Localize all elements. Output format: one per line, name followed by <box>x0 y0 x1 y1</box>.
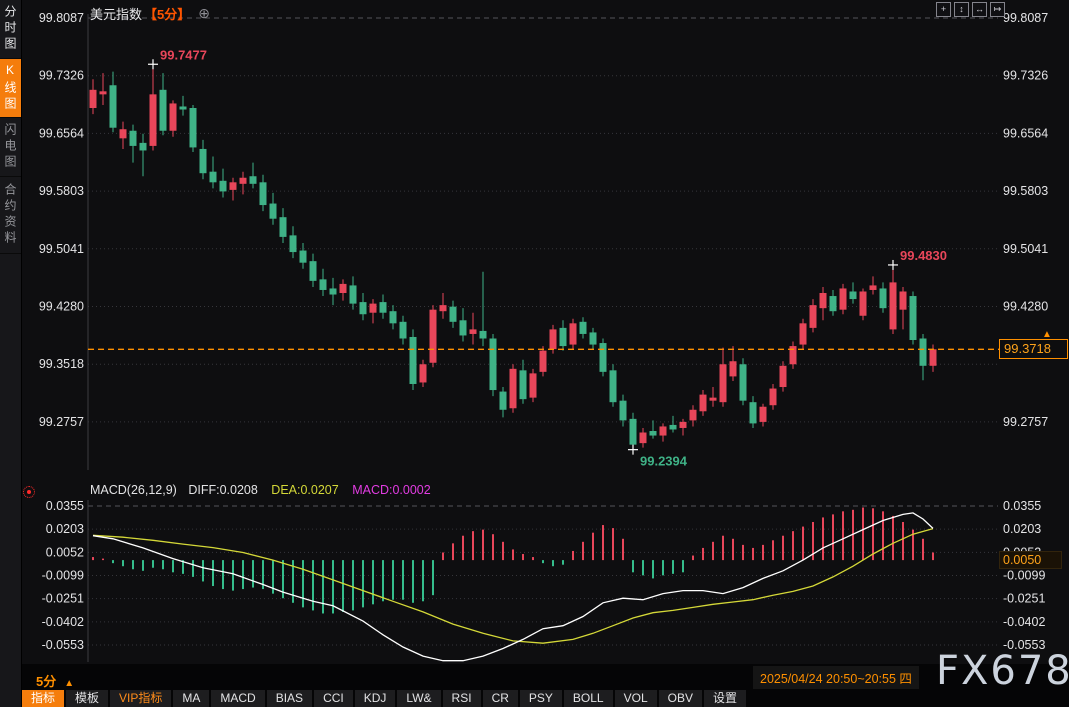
macd-diff-value: DIFF:0.0208 <box>188 483 257 497</box>
sidebar-item-4[interactable]: 合约资料 <box>0 177 21 254</box>
macd-dea-value: DEA:0.0207 <box>271 483 338 497</box>
tab-指标[interactable]: 指标 <box>22 690 64 707</box>
trading-app-window: 分时图K线图闪电图合约资料 99.8087 99.8087 99.7326 99.73… <box>0 0 1069 707</box>
macd-params-label: MACD(26,12,9) <box>90 483 177 497</box>
sidebar-item-2[interactable]: K线图 <box>0 59 21 118</box>
chevron-up-icon: ▲ <box>64 678 74 689</box>
macd-axis-label-left: -0.0099 <box>42 569 84 583</box>
fx678-watermark: FX678 <box>936 648 1069 694</box>
macd-axis-label-left: 0.0355 <box>46 499 84 513</box>
price-axis-label-left: 99.7326 <box>39 69 84 83</box>
fit-vertical-icon[interactable]: ↕ <box>954 2 969 17</box>
price-up-arrow-icon: ▲ <box>1042 329 1052 340</box>
macd-axis-label-right: 0.0203 <box>1003 522 1041 536</box>
chart-canvas[interactable]: 99.8087 99.8087 99.7326 99.7326 99.6564 99.65… <box>0 0 1069 707</box>
tab-CCI[interactable]: CCI <box>314 690 353 707</box>
bottom-toolbar: 指标模板VIP指标MAMACDBIASCCIKDJLW&RSICRPSYBOLL… <box>22 690 746 707</box>
extreme-price-label: 99.4830 <box>900 248 947 263</box>
fit-horizontal-icon[interactable]: ↔ <box>972 2 987 17</box>
tab-KDJ[interactable]: KDJ <box>355 690 396 707</box>
price-axis-label-right: 99.4280 <box>1003 300 1048 314</box>
extreme-price-label: 99.2394 <box>640 454 688 469</box>
pan-right-icon[interactable]: ↦ <box>990 2 1005 17</box>
price-axis-label-right: 99.7326 <box>1003 69 1048 83</box>
tab-VOL[interactable]: VOL <box>615 690 657 707</box>
macd-axis-label-left: 0.0052 <box>46 545 84 559</box>
macd-axis-label-right: -0.0251 <box>1003 592 1045 606</box>
tab-LW&[interactable]: LW& <box>397 690 440 707</box>
macd-axis-badge: 0.0050 <box>999 551 1062 569</box>
period-selector-label: 5分 <box>36 674 56 689</box>
macd-axis-label-right: -0.0402 <box>1003 615 1045 629</box>
price-axis-label-left: 99.8087 <box>39 11 84 25</box>
macd-header: MACD(26,12,9) DIFF:0.0208 DEA:0.0207 MAC… <box>90 483 431 497</box>
add-indicator-icon[interactable]: ⊕ <box>198 5 210 22</box>
chart-control-icons: +↕↔↦ <box>936 2 1005 17</box>
crosshair-icon[interactable]: + <box>936 2 951 17</box>
price-axis-label-left: 99.2757 <box>39 415 84 429</box>
macd-macd-value: MACD:0.0002 <box>352 483 431 497</box>
tab-RSI[interactable]: RSI <box>443 690 481 707</box>
tab-MA[interactable]: MA <box>173 690 209 707</box>
price-axis-label-left: 99.3518 <box>39 357 84 371</box>
macd-settings-icon[interactable] <box>23 486 35 498</box>
sidebar-item-1[interactable]: 分时图 <box>0 0 21 59</box>
price-axis-label-right: 99.5803 <box>1003 184 1048 198</box>
macd-axis-label-left: -0.0251 <box>42 592 84 606</box>
tab-模板[interactable]: 模板 <box>66 690 108 707</box>
left-sidebar: 分时图K线图闪电图合约资料 <box>0 0 22 707</box>
price-axis-label-right: 99.2757 <box>1003 415 1048 429</box>
tab-VIP指标[interactable]: VIP指标 <box>110 690 171 707</box>
period-tag: 【5分】 <box>144 4 190 23</box>
macd-axis-label-left: -0.0402 <box>42 615 84 629</box>
symbol-title: 美元指数 <box>90 4 142 23</box>
current-price-badge: 99.3718 <box>999 339 1068 359</box>
tab-CR[interactable]: CR <box>483 690 518 707</box>
tab-OBV[interactable]: OBV <box>659 690 702 707</box>
candle-time-range: 2025/04/24 20:50~20:55 四 <box>753 666 919 689</box>
tab-MACD[interactable]: MACD <box>211 690 264 707</box>
price-axis-label-right: 99.6564 <box>1003 126 1048 140</box>
macd-axis-label-right: 0.0355 <box>1003 499 1041 513</box>
tab-BIAS[interactable]: BIAS <box>267 690 312 707</box>
chart-header: 美元指数【5分】 ⊕ <box>90 4 210 23</box>
macd-axis-label-left: 0.0203 <box>46 522 84 536</box>
price-axis-label-left: 99.5803 <box>39 184 84 198</box>
price-axis-label-left: 99.6564 <box>39 126 84 140</box>
tab-设置[interactable]: 设置 <box>704 690 746 707</box>
period-selector[interactable]: 5分 ▲ <box>36 671 74 690</box>
price-axis-label-right: 99.5041 <box>1003 242 1048 256</box>
macd-axis-label-right: -0.0099 <box>1003 569 1045 583</box>
tab-PSY[interactable]: PSY <box>520 690 562 707</box>
price-axis-label-right: 99.8087 <box>1003 11 1048 25</box>
extreme-price-label: 99.7477 <box>160 47 207 62</box>
tab-BOLL[interactable]: BOLL <box>564 690 613 707</box>
macd-axis-label-left: -0.0553 <box>42 638 84 652</box>
sidebar-item-3[interactable]: 闪电图 <box>0 118 21 177</box>
price-axis-label-left: 99.4280 <box>39 300 84 314</box>
price-axis-label-left: 99.5041 <box>39 242 84 256</box>
